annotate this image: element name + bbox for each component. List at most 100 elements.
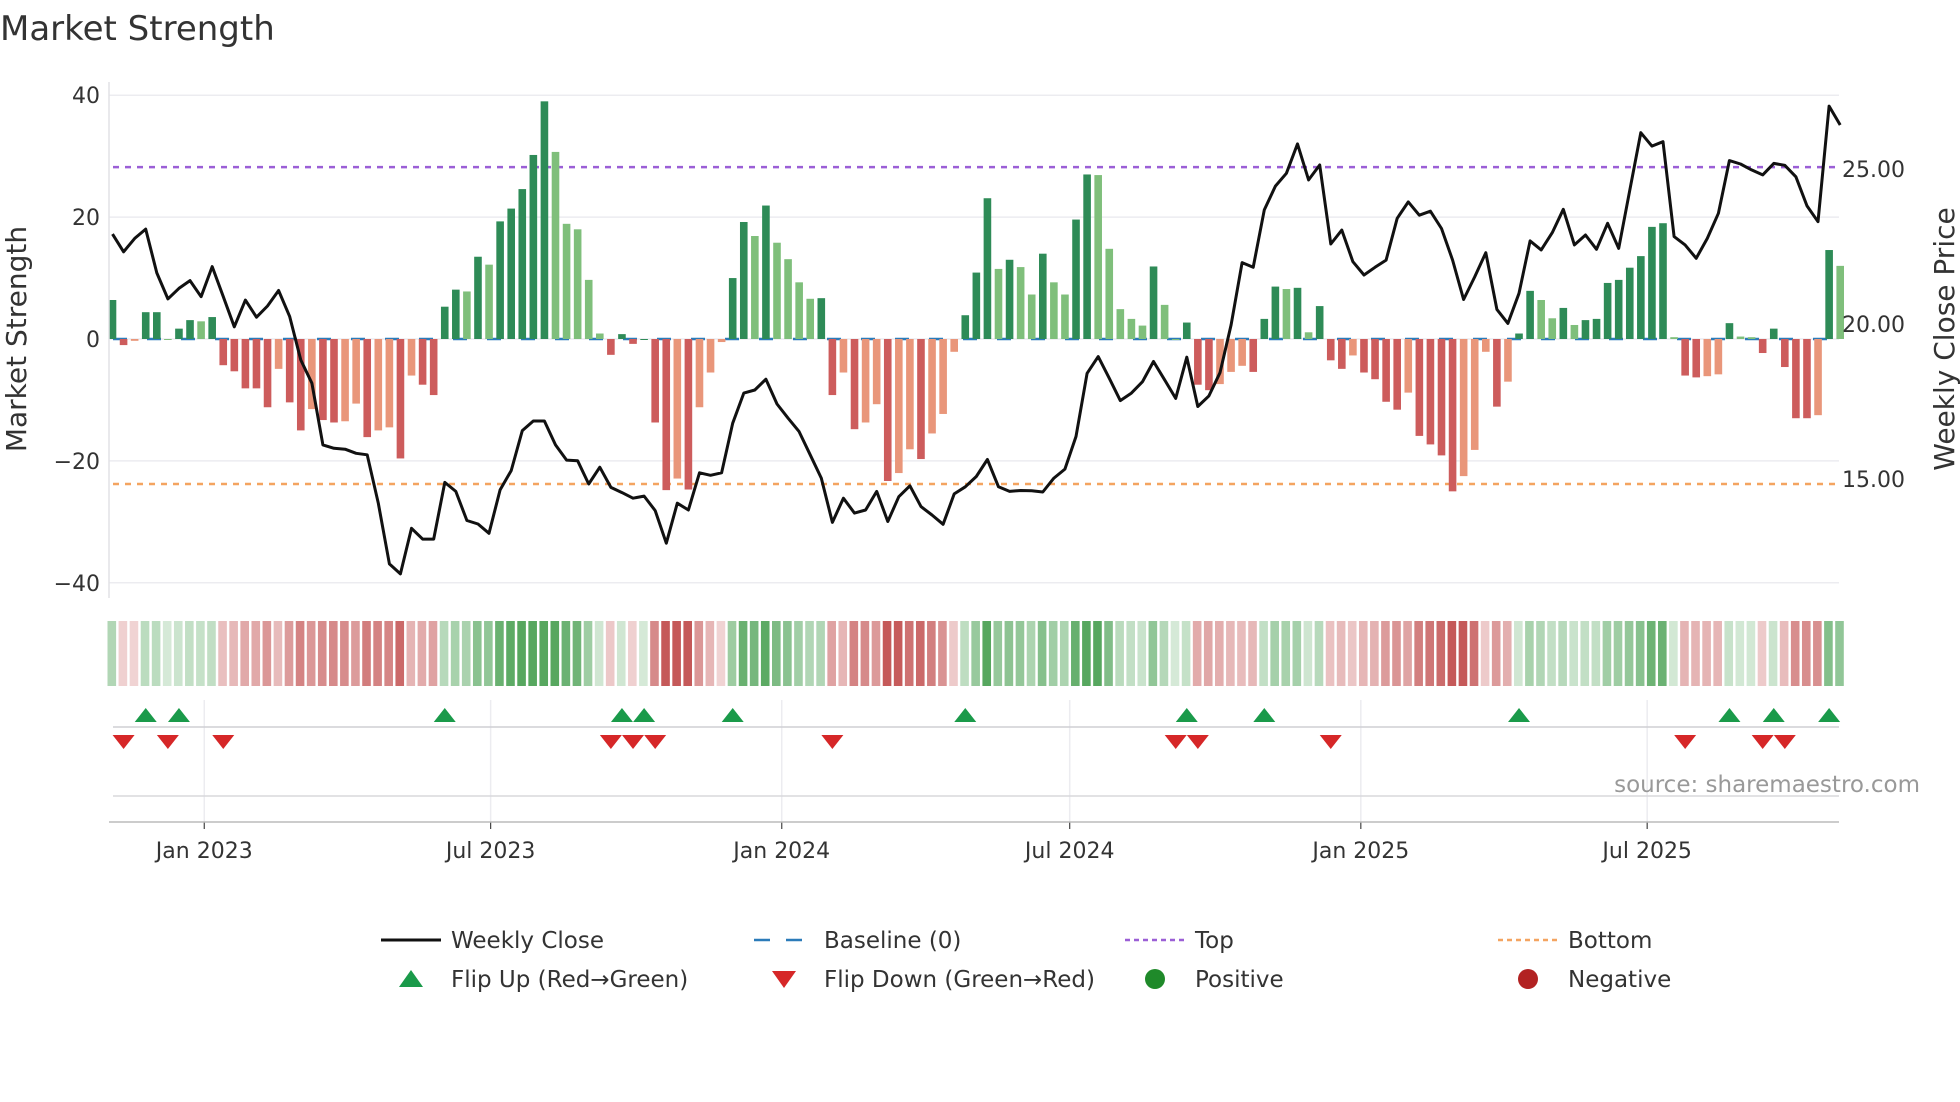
heat-strip-cell xyxy=(129,621,139,686)
strength-bar xyxy=(341,339,349,422)
heat-strip-cell xyxy=(572,621,582,686)
heat-strip-cell xyxy=(1436,621,1446,686)
strength-bar xyxy=(861,339,870,423)
heat-strip-cell xyxy=(406,621,416,686)
heat-strip-cell xyxy=(1813,621,1822,686)
legend-label: Flip Up (Red→Green) xyxy=(451,967,688,993)
strength-bar xyxy=(1637,256,1645,339)
flip-down-marker xyxy=(1319,735,1342,749)
heat-strip-cell xyxy=(616,621,626,686)
legend-label: Top xyxy=(1194,928,1234,954)
heat-strip-cell xyxy=(1115,621,1124,686)
heat-strip-cell xyxy=(173,621,183,686)
heat-strip-cell xyxy=(1370,621,1379,686)
strength-bar xyxy=(197,321,205,339)
strength-bar xyxy=(1171,339,1180,340)
x-tick-label: Jan 2025 xyxy=(1310,839,1409,864)
strength-bar xyxy=(452,289,460,339)
heat-strip-cell xyxy=(1159,621,1169,686)
strength-bar xyxy=(972,272,981,339)
heat-strip-cell xyxy=(727,621,737,686)
flip-up-marker xyxy=(610,708,633,722)
strength-bar xyxy=(1293,287,1302,339)
heat-strip-cell xyxy=(1525,621,1534,686)
strength-bar xyxy=(1138,325,1147,339)
x-tick-label: Jul 2025 xyxy=(1600,839,1692,864)
strength-bar xyxy=(939,339,947,414)
heat-strip-cell xyxy=(860,621,870,686)
heat-strip-cell xyxy=(1126,621,1135,686)
heat-strip-cell xyxy=(506,621,515,686)
heat-strip-cell xyxy=(1658,621,1667,686)
heat-strip-cell xyxy=(340,621,349,686)
heat-strip-cell xyxy=(1469,621,1479,686)
strength-bar xyxy=(961,315,970,339)
strength-bar xyxy=(1238,339,1246,366)
strength-bar xyxy=(119,339,128,346)
flip-up-marker xyxy=(1762,708,1785,722)
strength-bar xyxy=(1448,339,1457,492)
strength-bar xyxy=(1304,332,1313,339)
strength-bar xyxy=(330,339,338,423)
strength-bar xyxy=(1205,339,1213,391)
strength-bar xyxy=(352,339,360,404)
heat-strip-cell xyxy=(251,621,261,686)
heat-strip-cell xyxy=(561,621,571,686)
heat-strip-cell xyxy=(949,621,958,686)
strength-bar xyxy=(828,339,837,396)
heat-strip-cell xyxy=(528,621,537,686)
heat-strip-cell xyxy=(196,621,205,686)
heat-strip-cell xyxy=(1757,621,1767,686)
strength-bar xyxy=(164,339,172,340)
strength-bar xyxy=(540,101,549,339)
heat-strip-cell xyxy=(1502,621,1512,686)
flip-down-marker xyxy=(156,735,179,749)
heat-strip-cell xyxy=(1048,621,1058,686)
strength-bar xyxy=(463,291,471,339)
heat-strip-cell xyxy=(1237,621,1246,686)
strength-bar xyxy=(1681,339,1689,376)
strength-bar xyxy=(1371,339,1379,380)
heat-strip-cell xyxy=(583,621,593,686)
flip-up-marker xyxy=(167,708,190,722)
x-tick-label: Jul 2024 xyxy=(1023,839,1115,864)
strength-bar xyxy=(584,279,593,339)
strength-bar xyxy=(175,328,183,339)
heat-strip-cell xyxy=(871,621,881,686)
strength-bar xyxy=(1061,294,1069,339)
strength-bar xyxy=(319,339,327,421)
strength-bar xyxy=(850,339,859,430)
heat-strip-cell xyxy=(1215,621,1224,686)
heat-strip-cell xyxy=(1192,621,1202,686)
strength-bar xyxy=(1404,339,1413,393)
strength-bar xyxy=(1360,339,1368,373)
strength-bar xyxy=(418,339,427,385)
strength-bar xyxy=(529,154,538,339)
strength-bar xyxy=(230,339,239,372)
flip-up-marker xyxy=(1818,708,1841,722)
heat-strip-cell xyxy=(1713,621,1722,686)
heat-strip-cell xyxy=(1425,621,1435,686)
strength-bar xyxy=(817,298,826,339)
y-tick-label: −40 xyxy=(54,572,100,597)
heat-strip-cell xyxy=(1082,621,1091,686)
flip-up-marker xyxy=(1508,708,1531,722)
heat-strip-cell xyxy=(1015,621,1025,686)
heat-strip-cell xyxy=(1824,621,1833,686)
strength-bar xyxy=(1182,322,1191,339)
heat-strip-cell xyxy=(1602,621,1612,686)
strength-bar xyxy=(1349,339,1357,356)
strength-bar xyxy=(1149,266,1158,339)
heat-strip-cell xyxy=(628,621,637,686)
strength-bar xyxy=(950,339,958,352)
flip-up-marker xyxy=(134,708,157,722)
strength-bar xyxy=(1105,248,1114,339)
flip-down-marker xyxy=(1773,735,1796,749)
x-tick-label: Jan 2023 xyxy=(154,839,253,864)
strength-bar xyxy=(1625,267,1634,339)
heat-strip-cell xyxy=(439,621,449,686)
heat-strip-cell xyxy=(971,621,980,686)
x-tick-label: Jan 2024 xyxy=(731,839,830,864)
strength-bar xyxy=(1039,253,1047,339)
heat-strip-cell xyxy=(1635,621,1645,686)
